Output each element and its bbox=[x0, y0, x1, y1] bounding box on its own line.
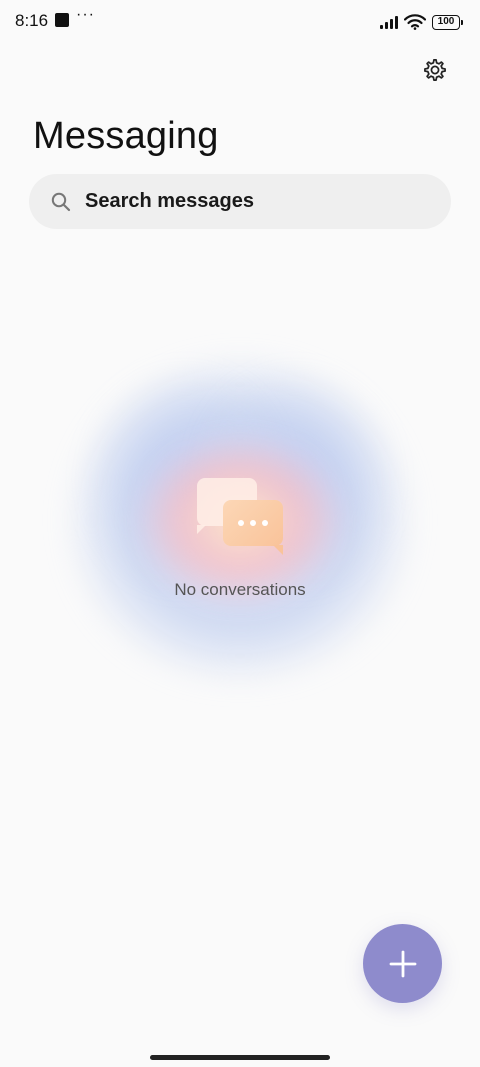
wifi-icon bbox=[404, 14, 426, 30]
search-placeholder: Search messages bbox=[85, 190, 255, 212]
search-icon bbox=[51, 191, 73, 213]
status-time: 8:16 bbox=[15, 11, 49, 30]
new-conversation-button[interactable] bbox=[363, 924, 442, 1003]
signal-icon bbox=[380, 15, 398, 29]
plus-icon bbox=[389, 950, 416, 977]
home-indicator[interactable] bbox=[150, 1055, 330, 1060]
chat-bubbles-icon bbox=[195, 478, 287, 558]
empty-state-message: No conversations bbox=[174, 580, 306, 599]
status-bar: 8:16 ··· 100 bbox=[0, 0, 480, 44]
messaging-screen: 8:16 ··· 100 Messaging Search messages N… bbox=[0, 0, 480, 1067]
more-notifications-icon: ··· bbox=[76, 6, 95, 23]
gear-icon bbox=[424, 59, 446, 81]
status-icons: 100 bbox=[380, 12, 463, 32]
battery-icon: 100 bbox=[432, 14, 463, 30]
empty-state: No conversations bbox=[0, 320, 480, 720]
settings-button[interactable] bbox=[420, 55, 450, 85]
front-bubble bbox=[223, 500, 283, 555]
search-input[interactable]: Search messages bbox=[29, 174, 451, 229]
notification-icon bbox=[55, 13, 69, 27]
page-title: Messaging bbox=[33, 115, 219, 157]
